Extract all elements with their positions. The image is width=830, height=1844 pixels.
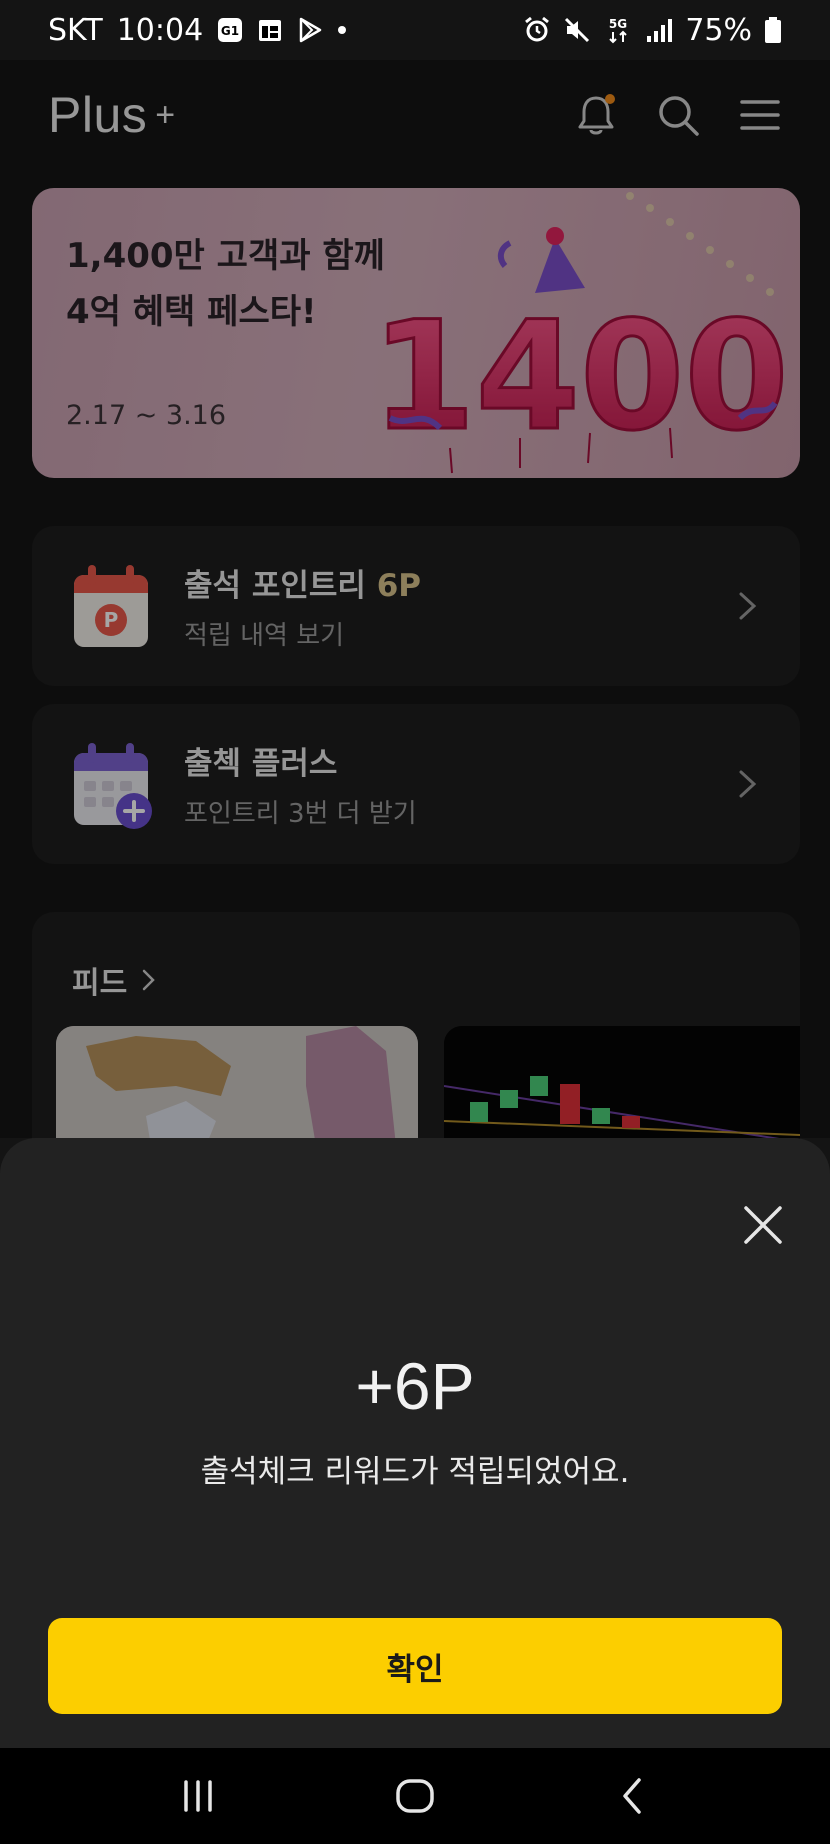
modal-backdrop[interactable]	[0, 60, 830, 1138]
reward-points: +6P	[355, 1349, 475, 1423]
system-nav-bar	[0, 1748, 830, 1844]
carrier-label: SKT	[48, 12, 103, 48]
signal-icon	[645, 16, 673, 44]
close-icon[interactable]	[740, 1202, 786, 1248]
play-store-icon	[297, 17, 323, 43]
dot-icon	[337, 25, 347, 35]
recent-apps-icon[interactable]	[168, 1766, 228, 1826]
g1-app-icon: G1	[217, 17, 243, 43]
mute-icon	[563, 16, 591, 44]
battery-percent: 75%	[685, 12, 752, 48]
clock: 10:04	[116, 12, 204, 48]
5g-data-icon: 5G	[603, 15, 633, 45]
back-icon[interactable]	[602, 1766, 662, 1826]
status-bar: SKT 10:04 G1 5G 75%	[0, 0, 830, 60]
svg-text:G1: G1	[221, 24, 239, 38]
reward-message: 출석체크 리워드가 적립되었어요.	[200, 1454, 630, 1490]
reward-bottom-sheet: +6P 출석체크 리워드가 적립되었어요. 확인	[0, 1138, 830, 1748]
confirm-button[interactable]: 확인	[48, 1618, 782, 1714]
svg-text:5G: 5G	[609, 17, 627, 31]
battery-icon	[764, 16, 782, 44]
calendar-app-icon	[257, 17, 283, 43]
home-icon[interactable]	[385, 1766, 445, 1826]
alarm-icon	[523, 16, 551, 44]
